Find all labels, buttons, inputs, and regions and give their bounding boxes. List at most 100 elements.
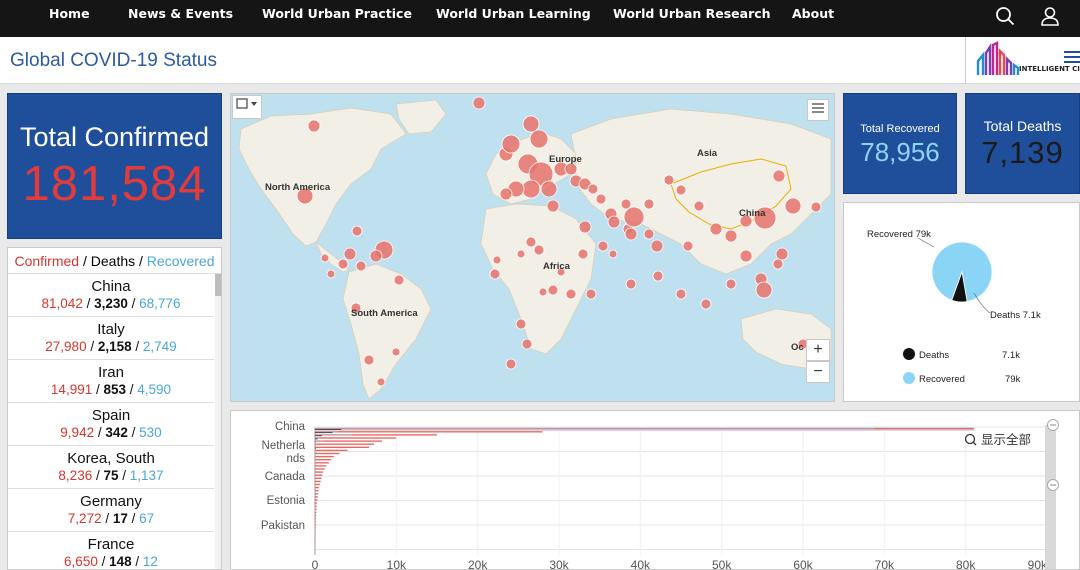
bar-deaths[interactable] [315,444,316,446]
case-marker[interactable] [643,198,655,210]
bar-deaths[interactable] [315,435,322,437]
map-layer-toggle-button[interactable] [232,95,262,119]
case-marker[interactable] [643,228,655,240]
case-marker[interactable] [625,278,637,290]
bar-confirmed[interactable] [315,505,317,507]
bar-confirmed[interactable] [315,446,370,448]
country-row[interactable]: Korea, South 8,236 / 75 / 1,137 [8,446,214,489]
case-marker[interactable] [499,187,513,201]
case-marker[interactable] [307,119,321,133]
list-scrollbar[interactable] [215,274,221,569]
case-marker[interactable] [693,200,705,212]
case-marker[interactable] [755,281,773,299]
bar-confirmed[interactable] [315,524,316,526]
bar-confirmed[interactable] [315,517,316,520]
case-marker[interactable] [810,201,822,213]
bar-recovered[interactable] [315,428,875,430]
bar-confirmed[interactable] [315,511,317,514]
case-marker[interactable] [650,239,664,253]
world-map-panel[interactable]: North America Europe Asia China Africa S… [230,93,835,402]
case-marker[interactable] [546,199,560,213]
bar-confirmed[interactable] [315,477,322,479]
bar-confirmed[interactable] [315,474,323,476]
bar-confirmed[interactable] [315,499,318,501]
case-marker[interactable] [585,288,597,300]
hamburger-menu-icon[interactable] [1064,51,1080,65]
case-marker[interactable] [505,358,517,370]
case-marker[interactable] [775,247,789,261]
logo[interactable]: INTELLIGENT CI [965,37,1080,84]
bar-confirmed[interactable] [315,459,332,461]
case-marker[interactable] [587,183,599,195]
bar-confirmed[interactable] [315,437,396,439]
bar-confirmed[interactable] [315,545,316,548]
bar-confirmed[interactable] [315,496,318,498]
case-marker[interactable] [577,248,589,260]
bar-deaths[interactable] [315,429,342,430]
case-marker[interactable] [337,258,349,270]
bar-confirmed[interactable] [315,490,319,492]
case-marker[interactable] [675,288,687,300]
case-marker[interactable] [578,220,592,234]
case-marker[interactable] [369,249,383,263]
map-legend-button[interactable] [807,99,829,121]
case-marker[interactable] [363,354,375,366]
nav-world-urban-research[interactable]: World Urban Research [613,6,771,21]
case-marker[interactable] [725,278,737,290]
case-marker[interactable] [540,180,558,198]
case-marker[interactable] [351,225,363,237]
bar-confirmed[interactable] [315,493,319,495]
bar-deaths[interactable] [315,438,318,440]
bar-confirmed[interactable] [315,486,320,489]
bar-recovered[interactable] [315,447,316,448]
case-marker[interactable] [608,249,618,259]
case-marker[interactable] [700,298,712,310]
bar-confirmed[interactable] [315,514,317,517]
case-marker[interactable] [682,240,694,252]
bar-confirmed[interactable] [315,542,316,545]
case-marker[interactable] [663,174,675,186]
case-marker[interactable] [709,222,723,236]
bar-confirmed[interactable] [315,471,324,473]
bar-confirmed[interactable] [315,480,321,483]
country-row[interactable]: Spain 9,942 / 342 / 530 [8,403,214,446]
case-marker[interactable] [607,215,621,229]
case-marker[interactable] [326,269,336,279]
chart-scrollbar[interactable] [1045,425,1056,570]
bar-confirmed[interactable] [315,462,329,464]
bar-confirmed[interactable] [315,455,334,458]
country-row[interactable]: Germany 7,272 / 17 / 67 [8,489,214,532]
case-marker[interactable] [652,270,664,282]
bar-deaths[interactable] [315,441,316,443]
bar-confirmed[interactable] [315,502,318,504]
bar-confirmed[interactable] [315,431,543,433]
nav-about[interactable]: About [792,6,834,21]
case-marker[interactable] [521,338,533,350]
bar-deaths[interactable] [315,447,317,449]
case-marker[interactable] [529,129,549,149]
case-marker[interactable] [391,347,401,357]
bar-confirmed[interactable] [315,539,316,541]
bar-recovered[interactable] [315,440,325,442]
case-marker[interactable] [620,198,632,210]
case-marker[interactable] [624,227,638,241]
bar-recovered[interactable] [315,443,316,445]
case-marker[interactable] [623,206,645,228]
bar-confirmed[interactable] [315,521,316,523]
bar-confirmed[interactable] [315,452,340,455]
case-marker[interactable] [472,96,486,110]
nav-world-urban-learning[interactable]: World Urban Learning [436,6,591,21]
case-marker[interactable] [538,287,548,297]
nav-news-events[interactable]: News & Events [128,6,233,21]
country-row[interactable]: France 6,650 / 148 / 12 [8,532,214,569]
country-row[interactable]: China 81,042 / 3,230 / 68,776 [8,274,214,317]
case-marker[interactable] [320,253,330,263]
bar-recovered[interactable] [315,434,353,436]
case-marker[interactable] [516,249,526,259]
case-marker[interactable] [547,284,559,296]
bar-confirmed[interactable] [315,530,316,532]
bar-confirmed[interactable] [315,527,316,529]
bar-confirmed[interactable] [315,548,316,551]
case-marker[interactable] [565,288,577,300]
bar-confirmed[interactable] [315,449,348,452]
